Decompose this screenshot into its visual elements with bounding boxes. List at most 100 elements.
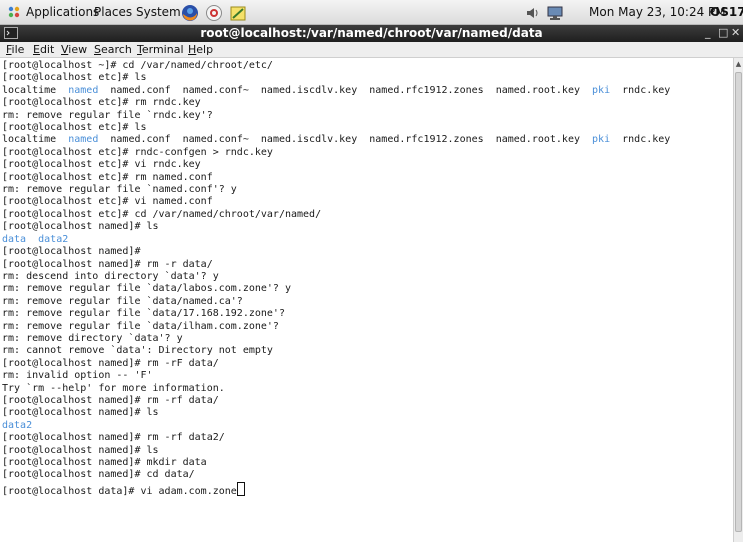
- terminal-text-segment: rm: remove regular file `data/named.ca'?: [2, 295, 243, 307]
- terminal-text-segment: localtime: [2, 134, 69, 146]
- terminal-line: rm: remove regular file `data/ilham.com.…: [2, 321, 279, 332]
- terminal-output[interactable]: [root@localhost ~]# cd /var/named/chroot…: [0, 58, 733, 542]
- terminal-line: rm: remove regular file `data/labos.com.…: [2, 283, 291, 294]
- terminal-text-segment: [root@localhost etc]# vi named.conf: [2, 196, 213, 208]
- terminal-text-segment: rm: remove regular file `named.conf'? y: [2, 184, 237, 196]
- terminal-text-segment: [root@localhost named]# mkdir data: [2, 457, 207, 468]
- terminal-text-segment: rm: descend into directory `data'? y: [2, 270, 219, 282]
- network-icon[interactable]: [546, 5, 564, 21]
- terminal-line: [root@localhost named]# rm -rF data/: [2, 358, 219, 369]
- terminal-line: [root@localhost named]# ls: [2, 221, 159, 232]
- terminal-text-segment: [root@localhost named]#: [2, 246, 141, 258]
- directory-name: data: [2, 233, 27, 245]
- terminal-line: rm: descend into directory `data'? y: [2, 271, 219, 282]
- terminal-text-segment: [root@localhost etc]# cd /var/named/chro…: [2, 208, 322, 220]
- terminal-text-segment: [root@localhost named]# rm -rf data2/: [2, 432, 225, 444]
- terminal-line: [root@localhost etc]# rndc-confgen > rnd…: [2, 147, 273, 158]
- terminal-text-segment: rndc.key: [610, 84, 671, 96]
- terminal-text-segment: localtime: [2, 84, 69, 96]
- terminal-line: [root@localhost named]# ls: [2, 407, 159, 418]
- terminal-text-segment: [root@localhost named]# ls: [2, 407, 159, 419]
- applications-menu-icon[interactable]: [7, 5, 21, 19]
- window-titlebar[interactable]: root@localhost:/var/named/chroot/var/nam…: [0, 25, 743, 42]
- terminal-line: [root@localhost named]# rm -r data/: [2, 259, 213, 270]
- terminal-line: [root@localhost etc]# ls: [2, 122, 147, 133]
- terminal-text-segment: [root@localhost etc]# rndc-confgen > rnd…: [2, 146, 273, 158]
- terminal-scrollbar[interactable]: ▲: [733, 58, 743, 542]
- terminal-line: rm: remove directory `data'? y: [2, 333, 183, 344]
- terminal-line: [root@localhost data]# vi adam.com.zone: [2, 481, 245, 497]
- terminal-text-segment: [root@localhost etc]# rm rndc.key: [2, 97, 201, 109]
- applications-menu[interactable]: Applications: [26, 5, 99, 19]
- terminal-line: Try `rm --help' for more information.: [2, 383, 225, 394]
- terminal-text: [root@localhost ~]# cd /var/named/chroot…: [0, 58, 733, 498]
- terminal-text-segment: rm: remove directory `data'? y: [2, 332, 183, 344]
- help-launcher-icon[interactable]: [205, 4, 223, 22]
- terminal-line: [root@localhost etc]# cd /var/named/chro…: [2, 209, 321, 220]
- places-menu[interactable]: Places: [94, 5, 132, 19]
- minimize-button[interactable]: _: [705, 26, 711, 39]
- terminal-text-segment: [root@localhost data]# vi adam.com.zone: [2, 485, 237, 497]
- terminal-text-segment: rm: cannot remove `data': Directory not …: [2, 345, 273, 357]
- terminal-text-segment: rm: remove regular file `data/ilham.com.…: [2, 320, 279, 332]
- text-editor-launcher-icon[interactable]: [229, 4, 247, 22]
- terminal-line: rm: cannot remove `data': Directory not …: [2, 345, 273, 356]
- terminal-line: data data2: [2, 234, 68, 245]
- terminal-menubar: File Edit View Search Terminal Help: [0, 42, 743, 58]
- terminal-text-segment: [root@localhost named]# cd data/: [2, 469, 195, 481]
- terminal-text-segment: [root@localhost named]# ls: [2, 221, 159, 233]
- terminal-text-segment: [root@localhost ~]# cd /var/named/chroot…: [2, 60, 273, 71]
- terminal-line: [root@localhost named]# ls: [2, 445, 159, 456]
- menu-view[interactable]: View: [61, 43, 87, 56]
- os-label: OS17: [710, 5, 743, 19]
- terminal-text-segment: [root@localhost named]# rm -rf data/: [2, 394, 219, 406]
- terminal-line: [root@localhost named]# rm -rf data2/: [2, 432, 225, 443]
- terminal-line: rm: invalid option -- 'F': [2, 370, 153, 381]
- terminal-line: [root@localhost etc]# ls: [2, 72, 147, 83]
- terminal-text-segment: [root@localhost named]# rm -rF data/: [2, 357, 219, 369]
- terminal-line: [root@localhost etc]# rm named.conf: [2, 172, 213, 183]
- terminal-text-segment: rm: remove regular file `rndc.key'?: [2, 109, 213, 121]
- terminal-line: localtime named named.conf named.conf~ n…: [2, 85, 670, 96]
- terminal-line: rm: remove regular file `data/named.ca'?: [2, 296, 243, 307]
- text-cursor: [236, 481, 245, 496]
- terminal-text-segment: rndc.key: [610, 134, 671, 146]
- close-button[interactable]: ✕: [731, 26, 740, 39]
- terminal-text-segment: [root@localhost etc]# ls: [2, 122, 147, 134]
- menu-file[interactable]: File: [6, 43, 24, 56]
- menu-search[interactable]: Search: [94, 43, 132, 56]
- terminal-text-segment: [root@localhost etc]# ls: [2, 72, 147, 84]
- terminal-text-segment: rm: remove regular file `data/labos.com.…: [2, 283, 291, 295]
- system-menu[interactable]: System: [136, 5, 181, 19]
- scroll-up-arrow-icon[interactable]: ▲: [734, 60, 743, 70]
- terminal-line: [root@localhost ~]# cd /var/named/chroot…: [2, 60, 273, 71]
- window-title: root@localhost:/var/named/chroot/var/nam…: [200, 26, 543, 40]
- maximize-button[interactable]: □: [718, 26, 728, 39]
- menu-terminal[interactable]: Terminal: [137, 43, 184, 56]
- top-panel: Applications Places System Mon May 23, 1…: [0, 0, 743, 25]
- terminal-text-segment: Try `rm --help' for more information.: [2, 382, 225, 394]
- directory-name: data2: [2, 419, 33, 431]
- firefox-launcher-icon[interactable]: [181, 4, 199, 22]
- terminal-line: [root@localhost named]# rm -rf data/: [2, 395, 219, 406]
- volume-icon[interactable]: [525, 5, 541, 21]
- directory-name: named: [68, 84, 99, 96]
- scrollbar-thumb[interactable]: [735, 72, 742, 532]
- menu-edit[interactable]: Edit: [33, 43, 54, 56]
- terminal-line: rm: remove regular file `rndc.key'?: [2, 110, 213, 121]
- directory-name: named: [68, 134, 99, 146]
- directory-name: pki: [592, 84, 611, 96]
- directory-name: pki: [592, 134, 611, 146]
- terminal-text-segment: rm: invalid option -- 'F': [2, 370, 153, 382]
- terminal-line: [root@localhost etc]# rm rndc.key: [2, 97, 201, 108]
- terminal-text-segment: [root@localhost etc]# vi rndc.key: [2, 159, 201, 171]
- terminal-text-segment: [root@localhost named]# rm -r data/: [2, 258, 213, 270]
- clock[interactable]: Mon May 23, 10:24 PM: [589, 5, 726, 19]
- terminal-line: [root@localhost etc]# vi named.conf: [2, 196, 213, 207]
- menu-help[interactable]: Help: [188, 43, 213, 56]
- directory-name: data2: [38, 233, 69, 245]
- terminal-line: data2: [2, 420, 32, 431]
- terminal-text-segment: [root@localhost named]# ls: [2, 444, 159, 456]
- terminal-text-segment: named.conf named.conf~ named.iscdlv.key …: [98, 134, 593, 146]
